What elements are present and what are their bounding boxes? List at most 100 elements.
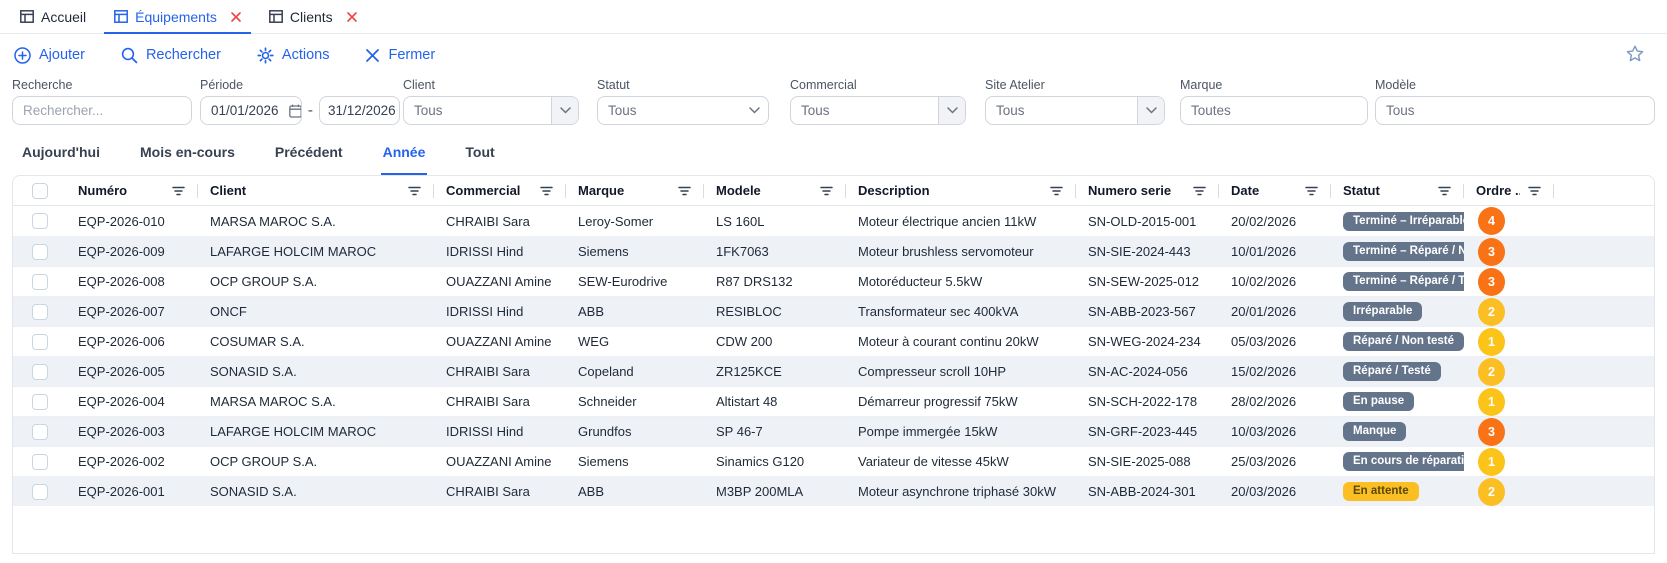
row-checkbox[interactable] bbox=[32, 424, 48, 440]
chevron-down-icon[interactable] bbox=[551, 97, 578, 124]
cell-description: Démarreur progressif 75kW bbox=[846, 394, 1076, 409]
filter-label: Client bbox=[403, 78, 579, 92]
table-row[interactable]: EQP-2026-009 LAFARGE HOLCIM MAROC IDRISS… bbox=[13, 236, 1654, 266]
row-checkbox[interactable] bbox=[32, 454, 48, 470]
chevron-down-icon[interactable] bbox=[938, 97, 965, 124]
column-header-modele[interactable]: Modele bbox=[704, 176, 846, 205]
cell-description: Pompe immergée 15kW bbox=[846, 424, 1076, 439]
chevron-down-icon[interactable] bbox=[1137, 97, 1164, 124]
tab-clients[interactable]: Clients bbox=[255, 0, 371, 33]
quick-tab-aujourdhui[interactable]: Aujourd'hui bbox=[20, 140, 102, 175]
column-label: Commercial bbox=[446, 183, 520, 198]
filter-lines-icon[interactable] bbox=[408, 186, 421, 196]
actions-button[interactable]: Actions bbox=[257, 47, 330, 64]
table-icon bbox=[20, 10, 34, 23]
table-row[interactable]: EQP-2026-008 OCP GROUP S.A. OUAZZANI Ami… bbox=[13, 266, 1654, 296]
close-tab-icon[interactable] bbox=[231, 12, 241, 22]
calendar-icon[interactable] bbox=[289, 104, 302, 118]
filter-lines-icon[interactable] bbox=[1438, 186, 1451, 196]
table-row[interactable]: EQP-2026-001 SONASID S.A. CHRAIBI Sara A… bbox=[13, 476, 1654, 506]
search-input[interactable]: Rechercher... bbox=[12, 96, 192, 125]
cell-ordre: 1 bbox=[1464, 388, 1554, 416]
cell-statut: Terminé – Réparé / Non testé bbox=[1331, 242, 1464, 261]
site-atelier-select[interactable]: Tous bbox=[985, 96, 1165, 125]
table-row[interactable]: EQP-2026-006 COSUMAR S.A. OUAZZANI Amine… bbox=[13, 326, 1654, 356]
date-from-input[interactable]: 01/01/2026 bbox=[200, 96, 302, 125]
column-header-statut[interactable]: Statut bbox=[1331, 176, 1464, 205]
column-header-commercial[interactable]: Commercial bbox=[434, 176, 566, 205]
cell-client: LAFARGE HOLCIM MAROC bbox=[198, 244, 434, 259]
column-header-client[interactable]: Client bbox=[198, 176, 434, 205]
status-badge: Réparé / Testé bbox=[1343, 362, 1441, 381]
fermer-button[interactable]: Fermer bbox=[365, 47, 435, 63]
date-to-input[interactable]: 31/12/2026 bbox=[319, 96, 400, 125]
cell-statut: Manque bbox=[1331, 422, 1464, 441]
cell-modele: M3BP 200MLA bbox=[704, 484, 846, 499]
column-label: Numéro bbox=[78, 183, 127, 198]
cell-numero-serie: SN-GRF-2023-445 bbox=[1076, 424, 1219, 439]
filter-lines-icon[interactable] bbox=[1193, 186, 1206, 196]
column-header-numero[interactable]: Numéro bbox=[66, 176, 198, 205]
row-checkbox[interactable] bbox=[32, 484, 48, 500]
ordre-badge: 1 bbox=[1478, 388, 1505, 416]
column-label: Statut bbox=[1343, 183, 1380, 198]
row-checkbox[interactable] bbox=[32, 304, 48, 320]
table-row[interactable]: EQP-2026-002 OCP GROUP S.A. OUAZZANI Ami… bbox=[13, 446, 1654, 476]
filter-lines-icon[interactable] bbox=[1305, 186, 1318, 196]
row-checkbox[interactable] bbox=[32, 334, 48, 350]
row-checkbox[interactable] bbox=[32, 274, 48, 290]
cell-modele: RESIBLOC bbox=[704, 304, 846, 319]
ordre-badge: 1 bbox=[1478, 328, 1505, 356]
table-row[interactable]: EQP-2026-007 ONCF IDRISSI Hind ABB RESIB… bbox=[13, 296, 1654, 326]
cell-modele: Sinamics G120 bbox=[704, 454, 846, 469]
cell-numero: EQP-2026-003 bbox=[66, 424, 198, 439]
star-icon[interactable] bbox=[1625, 44, 1645, 69]
select-value: Tous bbox=[986, 103, 1137, 118]
quick-tab-annee[interactable]: Année bbox=[381, 140, 428, 175]
column-header-description[interactable]: Description bbox=[846, 176, 1076, 205]
cell-date: 10/02/2026 bbox=[1219, 274, 1331, 289]
ajouter-button[interactable]: Ajouter bbox=[14, 47, 85, 64]
row-checkbox[interactable] bbox=[32, 394, 48, 410]
cell-description: Motoréducteur 5.5kW bbox=[846, 274, 1076, 289]
marque-input[interactable]: Toutes bbox=[1180, 96, 1368, 125]
column-header-marque[interactable]: Marque bbox=[566, 176, 704, 205]
filter-lines-icon[interactable] bbox=[172, 186, 185, 196]
table-row[interactable]: EQP-2026-005 SONASID S.A. CHRAIBI Sara C… bbox=[13, 356, 1654, 386]
cell-numero-serie: SN-SEW-2025-012 bbox=[1076, 274, 1219, 289]
filter-lines-icon[interactable] bbox=[678, 186, 691, 196]
button-label: Fermer bbox=[388, 47, 435, 63]
filter-lines-icon[interactable] bbox=[1050, 186, 1063, 196]
filter-lines-icon[interactable] bbox=[820, 186, 833, 196]
close-tab-icon[interactable] bbox=[347, 12, 357, 22]
tab-accueil[interactable]: Accueil bbox=[6, 0, 100, 33]
ordre-badge: 1 bbox=[1478, 448, 1505, 476]
table-row[interactable]: EQP-2026-003 LAFARGE HOLCIM MAROC IDRISS… bbox=[13, 416, 1654, 446]
quick-tab-precedent[interactable]: Précédent bbox=[273, 140, 345, 175]
filter-lines-icon[interactable] bbox=[1528, 186, 1541, 196]
statut-select[interactable]: Tous bbox=[597, 96, 769, 125]
tab-equipements[interactable]: Équipements bbox=[100, 0, 255, 33]
row-checkbox[interactable] bbox=[32, 213, 48, 229]
cell-numero: EQP-2026-010 bbox=[66, 214, 198, 229]
cell-commercial: CHRAIBI Sara bbox=[434, 484, 566, 499]
row-checkbox[interactable] bbox=[32, 364, 48, 380]
table-row[interactable]: EQP-2026-004 MARSA MAROC S.A. CHRAIBI Sa… bbox=[13, 386, 1654, 416]
rechercher-button[interactable]: Rechercher bbox=[121, 47, 221, 64]
cell-numero: EQP-2026-002 bbox=[66, 454, 198, 469]
quick-tab-mois-en-cours[interactable]: Mois en-cours bbox=[138, 140, 237, 175]
column-header-numero-serie[interactable]: Numero serie bbox=[1076, 176, 1219, 205]
cell-statut: Réparé / Non testé bbox=[1331, 332, 1464, 351]
modele-input[interactable]: Tous bbox=[1375, 96, 1655, 125]
filter-lines-icon[interactable] bbox=[540, 186, 553, 196]
table-row[interactable]: EQP-2026-010 MARSA MAROC S.A. CHRAIBI Sa… bbox=[13, 206, 1654, 236]
commercial-select[interactable]: Tous bbox=[790, 96, 966, 125]
filter-periode: Période 01/01/2026 - 31/12/2026 bbox=[200, 78, 400, 125]
select-all-checkbox[interactable] bbox=[32, 183, 48, 199]
quick-tab-tout[interactable]: Tout bbox=[463, 140, 496, 175]
column-header-date[interactable]: Date bbox=[1219, 176, 1331, 205]
row-checkbox[interactable] bbox=[32, 244, 48, 260]
cell-date: 10/03/2026 bbox=[1219, 424, 1331, 439]
column-header-ordre[interactable]: Ordre ... bbox=[1464, 176, 1554, 205]
client-select[interactable]: Tous bbox=[403, 96, 579, 125]
